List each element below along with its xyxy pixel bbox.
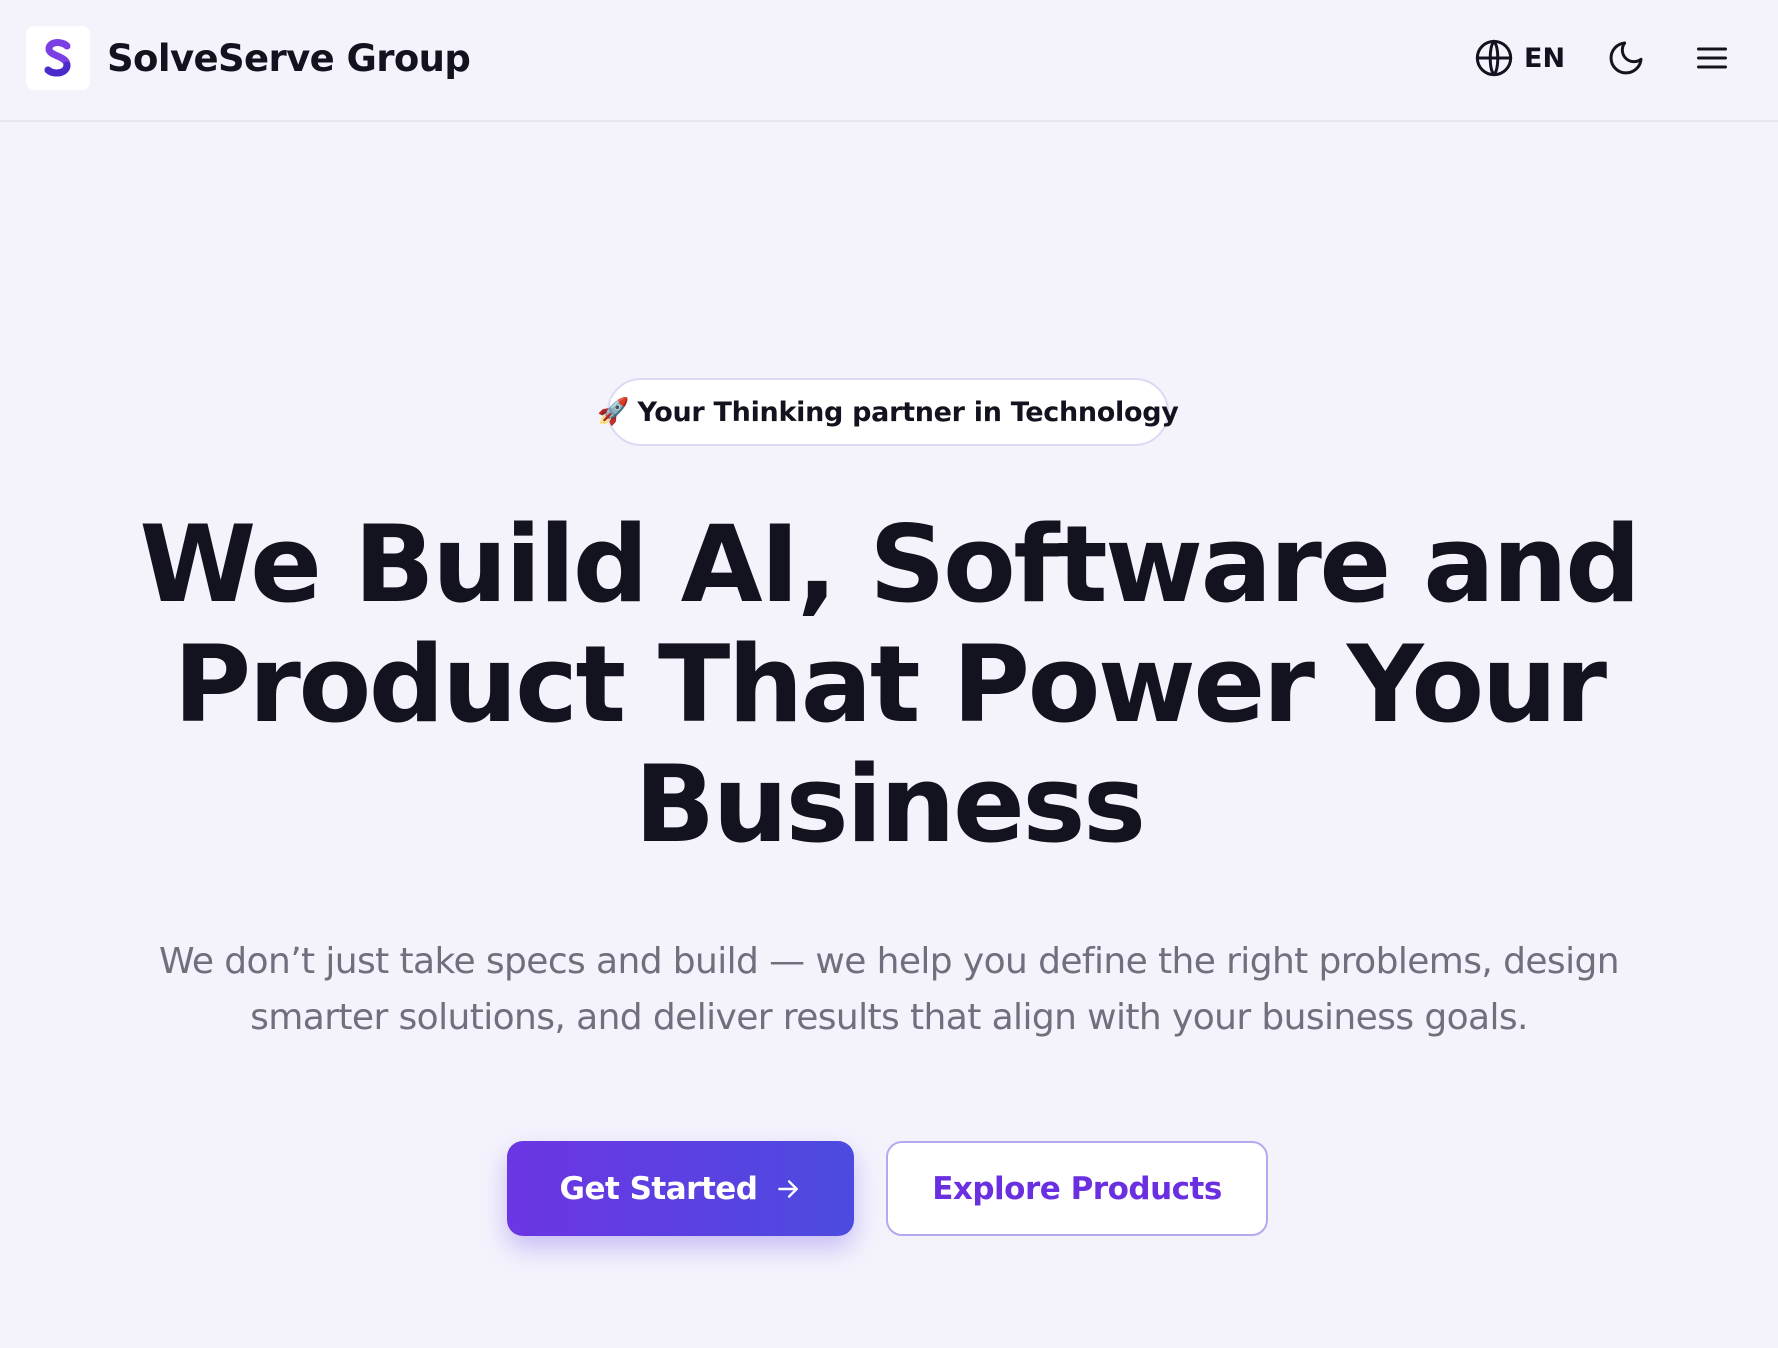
theme-toggle-button[interactable] bbox=[1606, 38, 1646, 78]
hero-subtitle: We don’t just take specs and build — we … bbox=[159, 941, 1620, 1038]
moon-icon bbox=[1609, 41, 1643, 75]
rocket-icon: 🚀 bbox=[597, 397, 630, 427]
tagline-badge: 🚀 Your Thinking partner in Technology bbox=[597, 378, 1179, 446]
solveserve-logo-icon[interactable] bbox=[26, 26, 90, 90]
arrow-right-icon bbox=[775, 1176, 801, 1202]
get-started-label: Get Started bbox=[559, 1170, 758, 1207]
site-header: SolveServe Group EN bbox=[0, 0, 1778, 122]
explore-products-button[interactable]: Explore Products bbox=[886, 1141, 1268, 1236]
hero-title: We Build AI, Software and Product That P… bbox=[139, 503, 1641, 866]
globe-icon bbox=[1475, 39, 1513, 77]
hamburger-menu-icon bbox=[1697, 47, 1727, 69]
explore-products-label: Explore Products bbox=[932, 1170, 1222, 1207]
language-label: EN bbox=[1524, 42, 1566, 74]
brand-name[interactable]: SolveServe Group bbox=[107, 37, 471, 80]
brand[interactable]: SolveServe Group bbox=[26, 26, 471, 90]
menu-button[interactable] bbox=[1694, 40, 1730, 76]
get-started-button[interactable]: Get Started bbox=[507, 1141, 854, 1236]
language-switcher[interactable]: EN bbox=[1474, 38, 1565, 78]
tagline-text: Your Thinking partner in Technology bbox=[637, 396, 1179, 428]
